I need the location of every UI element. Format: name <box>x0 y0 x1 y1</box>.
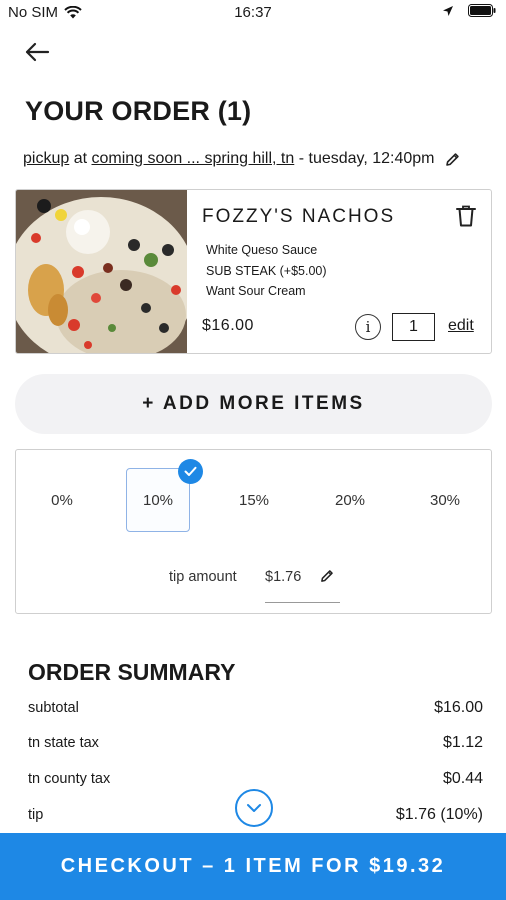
page-title: YOUR ORDER (1) <box>25 96 252 126</box>
info-icon[interactable]: i <box>355 314 381 340</box>
tip-amount-value[interactable]: $1.76 <box>265 569 301 585</box>
pencil-icon <box>321 570 333 582</box>
summary-value: $1.12 <box>442 734 483 751</box>
arrow-left-icon <box>25 42 50 62</box>
edit-item-link[interactable]: edit <box>448 317 474 335</box>
status-time: 16:37 <box>234 4 272 21</box>
status-bar: No SIM 16:37 <box>0 0 506 26</box>
tip-option-20[interactable]: 20% <box>318 468 382 532</box>
edit-order-details-button[interactable] <box>445 152 460 167</box>
scroll-down-button[interactable] <box>235 789 273 827</box>
summary-value: $16.00 <box>434 699 483 716</box>
item-modifier: White Queso Sauce <box>206 243 318 257</box>
chevron-down-icon <box>247 804 261 812</box>
quantity-input[interactable] <box>392 313 435 341</box>
summary-row: subtotal $16.00 <box>28 699 483 717</box>
tip-amount-underline <box>265 602 340 603</box>
order-method-link[interactable]: pickup <box>23 150 69 168</box>
trash-icon <box>456 205 476 227</box>
tip-option-15[interactable]: 15% <box>222 468 286 532</box>
tip-selector: 0% 10% 15% 20% 30% tip amount $1.76 <box>15 449 492 614</box>
summary-label: subtotal <box>28 700 79 716</box>
pencil-icon <box>445 152 459 166</box>
checkout-button[interactable]: CHECKOUT – 1 ITEM FOR $19.32 <box>0 833 506 900</box>
summary-title: ORDER SUMMARY <box>28 659 236 685</box>
item-price: $16.00 <box>202 317 254 334</box>
back-button[interactable] <box>22 38 52 66</box>
summary-label: tip <box>28 807 44 823</box>
tip-option-30[interactable]: 30% <box>413 468 477 532</box>
tip-amount-label: tip amount <box>169 569 237 585</box>
tip-option-0[interactable]: 0% <box>30 468 94 532</box>
add-more-items-button[interactable]: + ADD MORE ITEMS <box>15 374 492 434</box>
cart-item-card: FOZZY'S NACHOS White Queso Sauce SUB STE… <box>15 189 492 354</box>
summary-value: $1.76 (10%) <box>395 806 483 823</box>
summary-label: tn state tax <box>28 735 99 751</box>
item-modifier: Want Sour Cream <box>206 284 306 298</box>
item-photo <box>16 190 187 353</box>
item-modifiers: White Queso Sauce SUB STEAK (+$5.00) Wan… <box>206 240 327 302</box>
check-icon <box>178 459 203 484</box>
edit-tip-button[interactable] <box>320 569 334 588</box>
order-at-label: at <box>73 150 88 167</box>
item-name: FOZZY'S NACHOS <box>202 206 396 227</box>
status-right <box>442 4 496 17</box>
order-meta: pickup at coming soon ... spring hill, t… <box>23 150 501 168</box>
order-time-label: tuesday, 12:40pm <box>308 150 435 167</box>
battery-icon <box>468 4 496 17</box>
summary-value: $0.44 <box>442 770 483 787</box>
item-modifier: SUB STEAK (+$5.00) <box>206 263 327 278</box>
summary-label: tn county tax <box>28 771 111 787</box>
remove-item-button[interactable] <box>455 204 477 228</box>
location-arrow-icon <box>443 5 453 16</box>
summary-row: tn state tax $1.12 <box>28 734 483 752</box>
order-location-link[interactable]: coming soon ... spring hill, tn <box>92 150 295 168</box>
summary-row: tn county tax $0.44 <box>28 770 483 788</box>
